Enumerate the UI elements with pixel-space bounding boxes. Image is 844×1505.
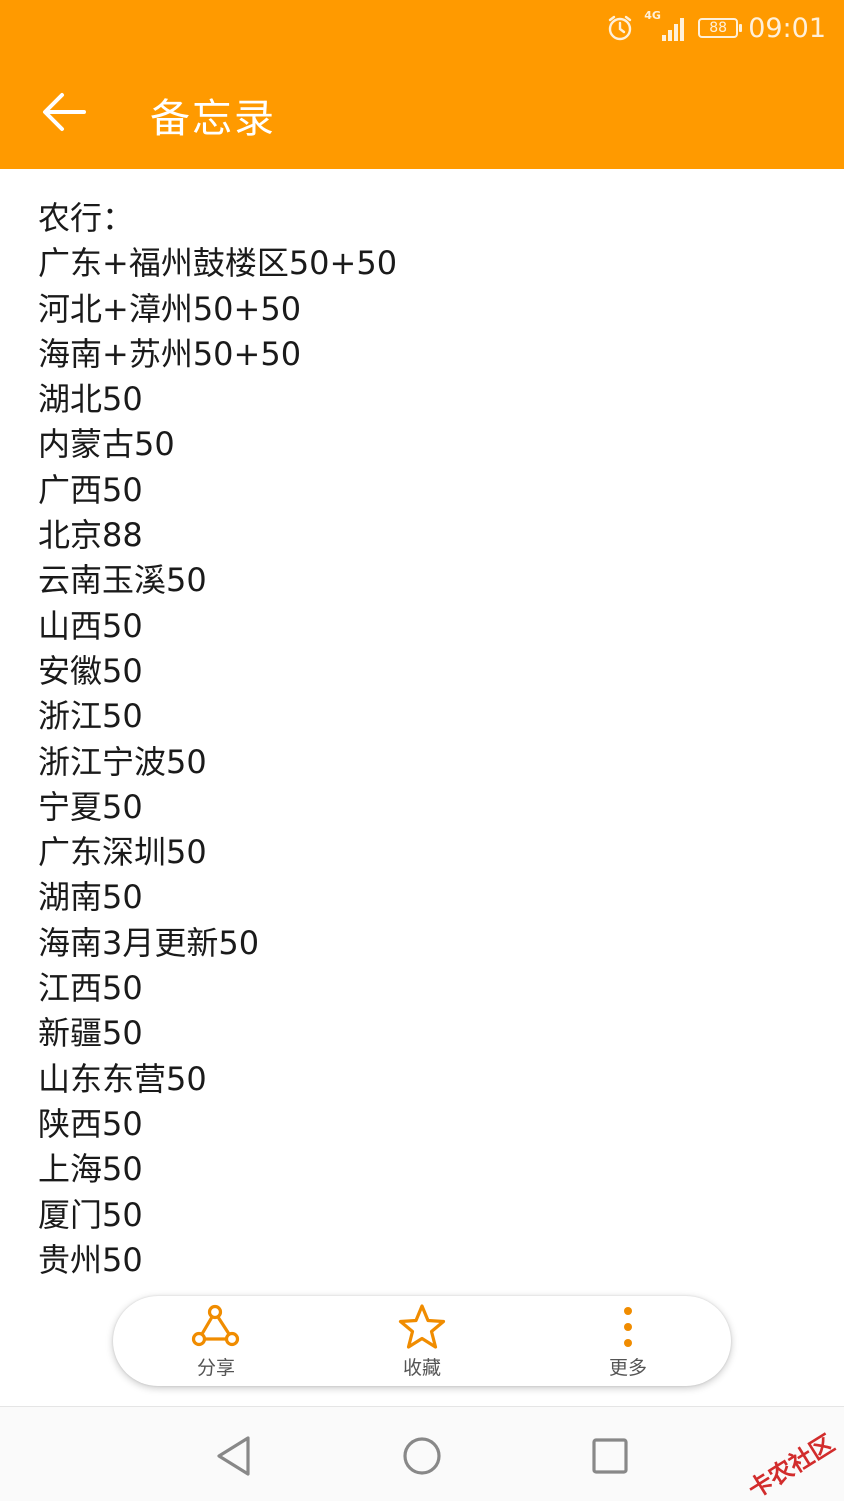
note-line: 海南+苏州50+50 [38,334,302,373]
note-line: 陕西50 [38,1104,143,1143]
note-line: 厦门50 [38,1195,143,1234]
back-button[interactable] [36,82,96,142]
note-line: 广西50 [38,470,143,509]
battery-icon: 88 [698,18,743,38]
note-line: 湖北50 [38,380,143,419]
note-line: 江西50 [38,969,143,1008]
note-line: 宁夏50 [38,787,143,826]
share-button[interactable]: 分享 [136,1296,296,1386]
signal-icon: 4G [644,9,688,43]
note-line: 贵州50 [38,1240,143,1279]
more-vertical-icon [624,1306,632,1347]
nav-home-button[interactable] [397,1431,447,1481]
star-icon [398,1303,446,1349]
favorite-button[interactable]: 收藏 [342,1296,502,1386]
nav-back-button[interactable] [208,1431,258,1481]
triangle-back-icon [217,1436,250,1476]
note-line: 北京88 [38,516,143,555]
more-label: 更多 [608,1356,647,1379]
share-icon [191,1304,240,1346]
note-line: 上海50 [38,1150,143,1189]
nav-recents-button[interactable] [585,1431,635,1481]
square-recents-icon [592,1438,628,1474]
more-button[interactable]: 更多 [548,1296,708,1386]
note-line: 湖南50 [38,878,143,917]
note-line: 山东东营50 [38,1059,207,1098]
note-line: 山西50 [38,606,143,645]
status-time: 09:01 [748,12,826,44]
network-type: 4G [644,9,661,22]
note-line: 广东+福州鼓楼区50+50 [38,244,398,283]
battery-level: 88 [709,20,728,36]
note-line: 内蒙古50 [38,425,175,464]
note-line: 农行： [38,199,135,237]
note-line: 海南3月更新50 [38,923,260,962]
page-title: 备忘录 [150,96,276,142]
app-header: 4G 88 09:01 备忘录 [0,0,844,169]
favorite-label: 收藏 [402,1356,441,1379]
note-line: 广东深圳50 [38,833,207,872]
note-line: 新疆50 [38,1014,143,1053]
status-bar: 4G 88 09:01 [606,9,826,46]
note-line: 河北+漳州50+50 [38,289,302,328]
share-label: 分享 [196,1356,235,1379]
note-line: 云南玉溪50 [38,561,207,600]
action-bar: 分享 收藏 更多 [113,1296,731,1386]
system-nav-bar [0,1406,844,1501]
note-line: 浙江宁波50 [38,742,207,781]
circle-home-icon [403,1437,441,1475]
note-content[interactable]: 农行： 广东+福州鼓楼区50+50 河北+漳州50+50 海南+苏州50+50 湖北50… [38,196,824,1283]
note-line: 浙江50 [38,697,143,736]
note-line: 安徽50 [38,651,143,690]
arrow-left-icon [43,93,86,131]
alarm-icon [606,14,634,42]
